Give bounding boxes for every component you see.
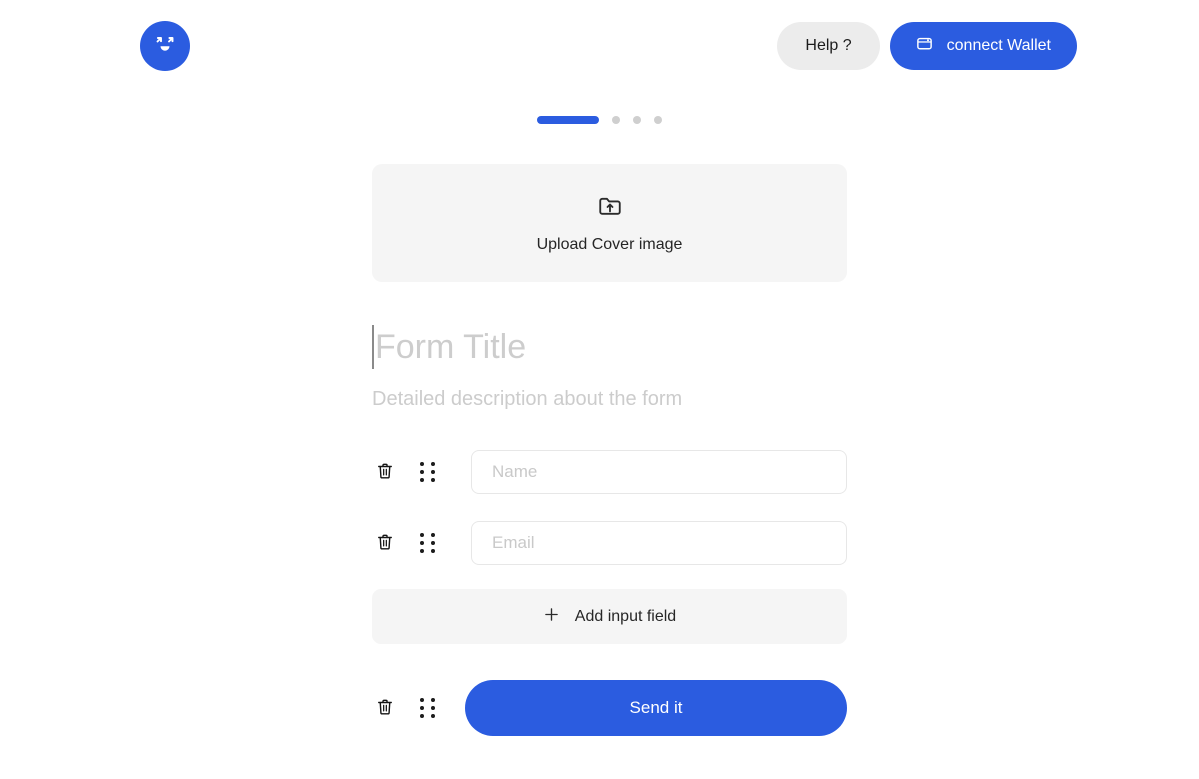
app-header: Help ? connect Wallet — [0, 0, 1199, 92]
delete-field-button-submit[interactable] — [372, 686, 398, 730]
step-indicator-item-4[interactable] — [654, 116, 662, 124]
connect-wallet-button[interactable]: connect Wallet — [889, 22, 1077, 70]
form-field-input-name[interactable] — [471, 450, 847, 494]
step-indicator — [0, 116, 1199, 124]
form-field-row-name — [372, 450, 847, 494]
drag-handle-icon — [419, 533, 435, 553]
drag-handle-email[interactable] — [414, 521, 440, 565]
step-indicator-item-3[interactable] — [633, 116, 641, 124]
step-indicator-item-1-active[interactable] — [537, 116, 599, 124]
form-title-input[interactable]: Form Title — [372, 322, 847, 372]
text-caret — [372, 325, 374, 369]
plus-icon — [543, 606, 560, 628]
upload-cover-image-label: Upload Cover image — [536, 235, 683, 253]
form-field-row-email — [372, 521, 847, 565]
app-root: Help ? connect Wallet Upload Cover image… — [0, 0, 1199, 779]
step-indicator-item-2[interactable] — [612, 116, 620, 124]
brand-logo[interactable] — [140, 21, 190, 71]
send-it-button[interactable]: Send it — [465, 680, 847, 736]
smiley-arrows-logo-icon — [150, 29, 180, 64]
drag-handle-name[interactable] — [414, 450, 440, 494]
wallet-icon — [916, 35, 933, 57]
form-description-input[interactable]: Detailed description about the form — [372, 386, 847, 412]
form-description-placeholder: Detailed description about the form — [372, 387, 683, 410]
folder-upload-icon — [597, 193, 623, 224]
help-button[interactable]: Help ? — [777, 22, 880, 70]
help-button-label: Help ? — [805, 37, 852, 54]
form-field-input-email[interactable] — [471, 521, 847, 565]
delete-field-button-name[interactable] — [372, 450, 398, 494]
drag-handle-submit[interactable] — [414, 686, 440, 730]
upload-cover-image-dropzone[interactable]: Upload Cover image — [372, 164, 847, 282]
delete-field-button-email[interactable] — [372, 521, 398, 565]
drag-handle-icon — [419, 462, 435, 482]
trash-icon — [375, 697, 395, 720]
add-input-field-button[interactable]: Add input field — [372, 589, 847, 644]
submit-button-row: Send it — [372, 680, 847, 736]
drag-handle-icon — [419, 698, 435, 718]
header-actions: Help ? connect Wallet — [777, 22, 1077, 70]
form-title-placeholder: Form Title — [375, 328, 527, 366]
trash-icon — [375, 532, 395, 555]
connect-wallet-label: connect Wallet — [946, 37, 1051, 54]
add-input-field-label: Add input field — [574, 607, 677, 625]
trash-icon — [375, 461, 395, 484]
